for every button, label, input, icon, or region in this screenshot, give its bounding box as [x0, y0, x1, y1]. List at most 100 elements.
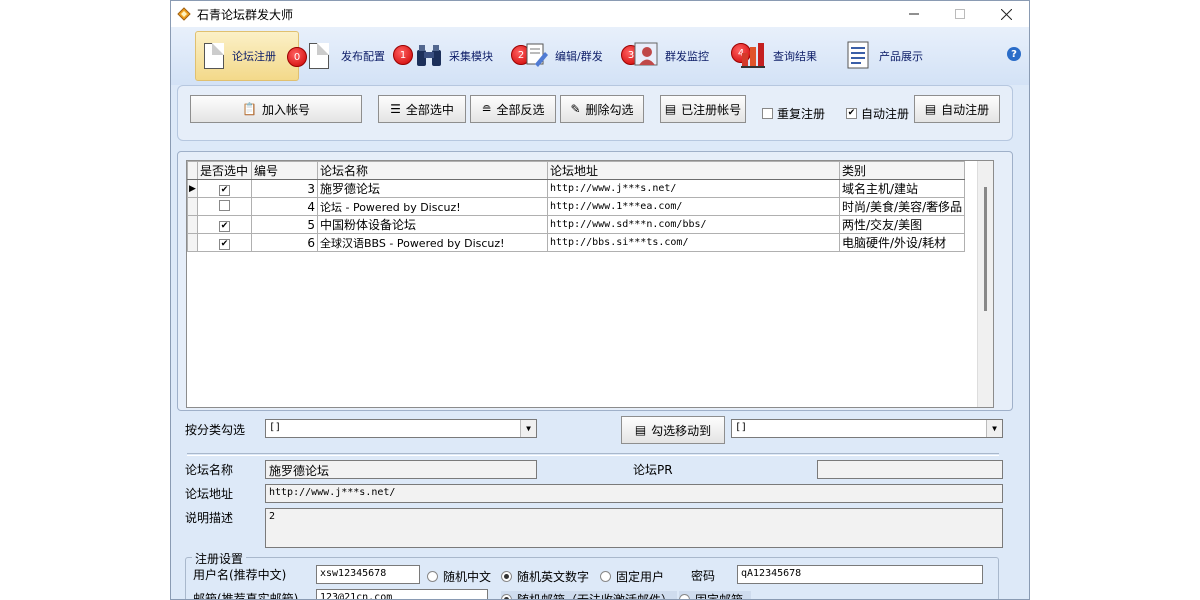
- nav-label: 群发监控: [665, 50, 709, 63]
- title-bar[interactable]: 石青论坛群发大师: [171, 1, 1029, 27]
- help-icon[interactable]: ?: [1007, 47, 1021, 61]
- checkbox-label: 重复注册: [777, 107, 826, 121]
- register-doc-icon: ▤: [924, 102, 937, 116]
- row-id: 4: [251, 197, 318, 216]
- row-forum-name: 中国粉体设备论坛: [317, 215, 548, 234]
- nav-forum-register[interactable]: 论坛注册: [195, 31, 299, 81]
- fixed-user-radio[interactable]: 固定用户: [600, 568, 664, 585]
- repeat-register-checkbox[interactable]: 重复注册: [762, 105, 825, 122]
- nav-product-show[interactable]: 产品展示: [847, 31, 923, 81]
- checkbox-label: 自动注册: [861, 107, 910, 121]
- nav-publish-config[interactable]: 发布配置: [309, 31, 385, 81]
- eraser-icon: ✎: [570, 102, 581, 116]
- registered-accounts-button[interactable]: ▤ 已注册帐号: [660, 95, 746, 123]
- forum-url-label: 论坛地址: [185, 487, 234, 501]
- delete-checked-button[interactable]: ✎ 删除勾选: [560, 95, 644, 123]
- column-header[interactable]: 论坛地址: [547, 161, 840, 180]
- nav-label: 发布配置: [341, 50, 385, 63]
- username-field[interactable]: xsw12345678: [316, 565, 420, 584]
- nav-label: 产品展示: [879, 50, 923, 63]
- nav-label: 论坛注册: [232, 50, 276, 63]
- row-checkbox[interactable]: ✔: [197, 215, 252, 234]
- radio-dot: [679, 594, 690, 599]
- category-select[interactable]: [] ▼: [265, 419, 537, 438]
- fixed-email-radio[interactable]: 固定邮箱: [679, 591, 752, 600]
- column-header[interactable]: 类别: [838, 161, 966, 180]
- table-row[interactable]: ▶ ✔ 3 施罗德论坛 http://www.j***s.net/ 域名主机/建…: [187, 179, 966, 198]
- password-field[interactable]: qA12345678: [737, 565, 983, 584]
- nav-query-result[interactable]: 查询结果: [739, 31, 817, 81]
- row-id: 6: [251, 233, 318, 252]
- random-chinese-radio[interactable]: 随机中文: [427, 568, 491, 585]
- action-toolbar: 📋 加入帐号 ☰ 全部选中 ≘ 全部反选 ✎ 删除勾选 ▤ 已注册帐号 重复注册…: [177, 85, 1013, 141]
- move-checked-button[interactable]: ▤ 勾选移动到: [621, 416, 725, 444]
- table-row[interactable]: 4 论坛 - Powered by Discuz! http://www.1**…: [187, 197, 966, 216]
- app-diamond-icon: [177, 7, 191, 21]
- column-header[interactable]: 是否选中: [197, 161, 252, 180]
- description-textarea[interactable]: 2: [265, 508, 1003, 548]
- row-checkbox[interactable]: [197, 197, 252, 216]
- minimize-icon[interactable]: [891, 1, 937, 27]
- row-id: 3: [251, 179, 318, 198]
- button-label: 删除勾选: [585, 102, 634, 117]
- row-indicator: [187, 215, 198, 234]
- random-email-radio[interactable]: 随机邮箱（无法收激活邮件）: [501, 591, 678, 600]
- chevron-down-icon[interactable]: ▼: [986, 420, 1002, 437]
- row-indicator: [187, 233, 198, 252]
- maximize-icon: [937, 1, 983, 27]
- invert-select-icon: ≘: [481, 102, 492, 116]
- grid-vertical-scrollbar[interactable]: [977, 161, 993, 407]
- row-category: 两性/交友/美图: [838, 215, 966, 234]
- nav-edit-send[interactable]: 编辑/群发: [523, 31, 603, 81]
- table-row[interactable]: ✔ 6 全球汉语BBS - Powered by Discuz! http://…: [187, 233, 966, 252]
- move-target-select[interactable]: [] ▼: [731, 419, 1003, 438]
- close-icon[interactable]: [983, 1, 1029, 27]
- radio-label: 固定邮箱: [695, 593, 744, 600]
- nav-label: 编辑/群发: [555, 50, 603, 63]
- list-document-icon: [847, 41, 869, 72]
- account-card-icon: 📋: [242, 102, 257, 116]
- forum-name-label: 论坛名称: [185, 463, 234, 477]
- row-indicator: [187, 197, 198, 216]
- forum-url-field[interactable]: http://www.j***s.net/: [265, 484, 1003, 503]
- row-checkbox[interactable]: ✔: [197, 179, 252, 198]
- chevron-down-icon[interactable]: ▼: [520, 420, 536, 437]
- module-nav: 论坛注册 0 发布配置 1 采集模块 2 编辑/群发 3 群发监控 4 查询结果…: [171, 27, 1029, 85]
- auto-register-button[interactable]: ▤ 自动注册: [914, 95, 1000, 123]
- document-icon: [309, 43, 329, 69]
- account-list-icon: ▤: [664, 102, 677, 116]
- column-header[interactable]: 编号: [251, 161, 318, 180]
- radio-label: 随机中文: [443, 570, 492, 584]
- invert-selection-button[interactable]: ≘ 全部反选: [470, 95, 556, 123]
- radio-dot: [600, 571, 611, 582]
- add-account-button[interactable]: 📋 加入帐号: [190, 95, 362, 123]
- table-row[interactable]: ✔ 5 中国粉体设备论坛 http://www.sd***n.com/bbs/ …: [187, 215, 966, 234]
- row-indicator-header: [187, 161, 198, 180]
- radio-label: 随机邮箱（无法收激活邮件）: [517, 593, 674, 600]
- row-checkbox[interactable]: ✔: [197, 233, 252, 252]
- username-label: 用户名(推荐中文): [193, 568, 287, 582]
- button-label: 全部选中: [405, 102, 454, 117]
- checkbox-box: [762, 108, 773, 119]
- forum-name-field[interactable]: 施罗德论坛: [265, 460, 537, 479]
- binoculars-icon: [415, 42, 443, 71]
- radio-label: 随机英文数字: [517, 570, 590, 584]
- random-english-radio[interactable]: 随机英文数字: [501, 568, 589, 585]
- column-header[interactable]: 论坛名称: [317, 161, 548, 180]
- forum-grid[interactable]: 是否选中 编号 论坛名称 论坛地址 类别 ▶ ✔ 3 施罗德论坛 http://…: [186, 160, 994, 408]
- email-field[interactable]: 123@21cn.com: [316, 589, 488, 599]
- auto-register-checkbox[interactable]: ✔ 自动注册: [846, 105, 909, 122]
- nav-send-monitor[interactable]: 群发监控: [631, 31, 709, 81]
- nav-collect-module[interactable]: 采集模块: [415, 31, 493, 81]
- badge-number: 1: [393, 45, 413, 65]
- scrollbar-thumb[interactable]: [984, 187, 987, 311]
- main-window: 石青论坛群发大师 论坛注册 0 发布配置 1 采集模块 2 编辑/群发 3 群发…: [170, 0, 1030, 600]
- current-row-indicator-icon: ▶: [187, 179, 198, 198]
- forum-pr-field[interactable]: [817, 460, 1003, 479]
- select-all-icon: ☰: [390, 102, 401, 116]
- select-all-button[interactable]: ☰ 全部选中: [378, 95, 466, 123]
- select-value: []: [735, 422, 748, 433]
- row-forum-url: http://www.1***ea.com/: [547, 197, 840, 216]
- description-label: 说明描述: [185, 511, 234, 525]
- row-forum-url: http://bbs.si***ts.com/: [547, 233, 840, 252]
